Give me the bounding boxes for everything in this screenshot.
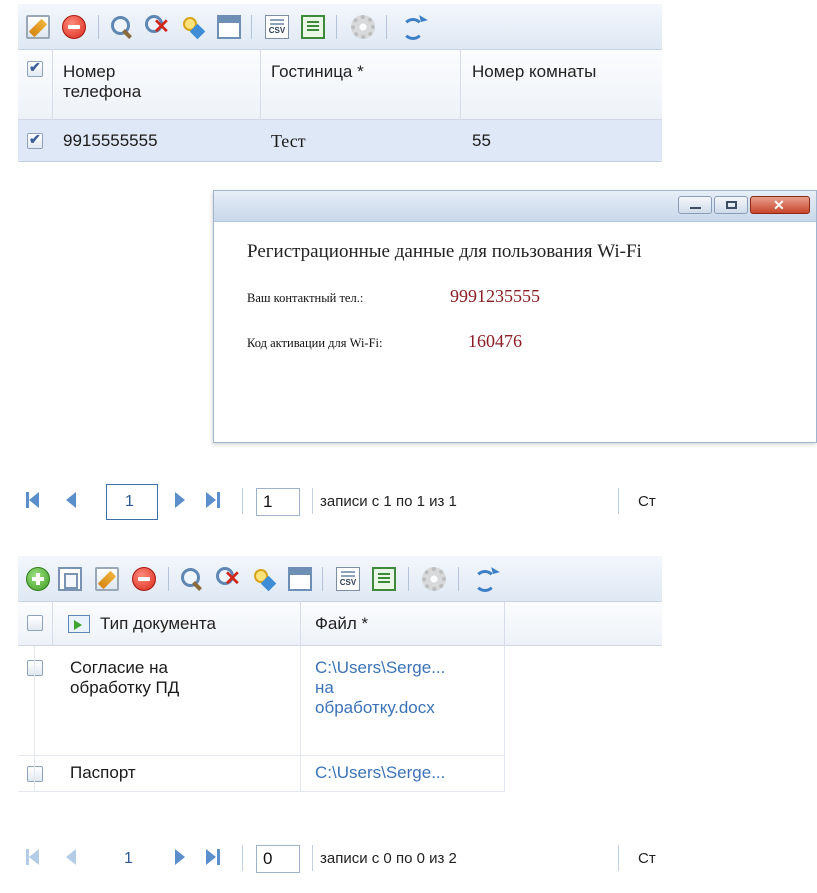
current-page-box[interactable]: 1 — [106, 484, 158, 520]
grid1-pager: 1 1 записи с 1 по 1 из 1 Ст — [18, 478, 662, 526]
window-icon[interactable] — [288, 567, 312, 591]
column-header-room[interactable]: Номер комнаты — [472, 62, 596, 82]
grid2-pager: 1 0 записи с 0 по 0 из 2 Ст — [18, 835, 662, 883]
records-info: записи с 0 по 0 из 2 — [320, 850, 457, 867]
cell-phone: 9915555555 — [63, 131, 158, 150]
minimize-icon — [690, 207, 701, 209]
prev-page-icon[interactable] — [60, 847, 80, 867]
minimize-button[interactable] — [678, 196, 712, 214]
column-header-hotel[interactable]: Гостиница * — [271, 62, 364, 82]
table-row[interactable]: 9915555555 Тест 55 — [18, 120, 662, 162]
cell-file-link[interactable]: C:\Users\Serge... — [315, 763, 445, 783]
column-header-document-type[interactable]: Тип документа — [100, 614, 216, 634]
document-type-icon — [68, 615, 90, 633]
column-header-phone[interactable]: Номер телефона — [63, 62, 141, 102]
maximize-icon — [726, 201, 737, 209]
column-divider — [504, 646, 505, 792]
toolbar-separator — [386, 15, 387, 39]
close-button[interactable]: ✕ — [750, 196, 810, 214]
select-all-checkbox[interactable] — [27, 615, 43, 631]
column-header-file[interactable]: Файл * — [315, 614, 368, 634]
wifi-registration-dialog: ✕ Регистрационные данные для пользования… — [213, 190, 817, 443]
grid1-header: Номер телефона Гостиница * Номер комнаты — [18, 50, 662, 120]
pager-extra-text: Ст — [638, 850, 656, 867]
toolbar-separator — [251, 15, 252, 39]
edit-icon[interactable] — [26, 15, 50, 39]
activation-code-label: Код активации для Wi-Fi: — [247, 336, 383, 350]
export-csv-icon[interactable]: CSV — [265, 15, 289, 39]
page-input[interactable]: 1 — [256, 488, 300, 516]
filter-icon[interactable] — [252, 567, 276, 591]
pager-extra-text: Ст — [638, 493, 656, 510]
settings-icon[interactable] — [422, 567, 446, 591]
column-divider — [300, 646, 301, 792]
export-excel-icon[interactable] — [301, 15, 325, 39]
search-icon[interactable] — [110, 15, 134, 39]
cell-hotel: Тест — [271, 131, 306, 151]
current-page-number: 1 — [124, 850, 133, 867]
toolbar-separator — [336, 15, 337, 39]
records-info: записи с 1 по 1 из 1 — [320, 493, 457, 510]
search-icon[interactable] — [180, 567, 204, 591]
row-checkbox[interactable] — [27, 766, 43, 782]
grid1-toolbar: CSV — [18, 4, 662, 50]
table-row[interactable]: Паспорт C:\Users\Serge... — [18, 756, 662, 792]
select-all-checkbox[interactable] — [27, 59, 43, 77]
clear-search-icon[interactable] — [145, 15, 170, 39]
phone-label: Ваш контактный тел.: — [247, 291, 364, 305]
page-input[interactable]: 0 — [256, 845, 300, 873]
maximize-button[interactable] — [714, 196, 748, 214]
dialog-titlebar: ✕ — [214, 191, 816, 222]
first-page-icon[interactable] — [24, 847, 44, 867]
row-checkbox[interactable] — [27, 131, 43, 149]
next-page-icon[interactable] — [170, 847, 190, 867]
toolbar-separator — [98, 15, 99, 39]
filter-icon[interactable] — [181, 15, 205, 39]
refresh-icon[interactable] — [472, 567, 496, 592]
settings-icon[interactable] — [351, 15, 375, 39]
cell-document-type: Согласие на обработку ПД — [70, 658, 180, 697]
row-checkbox[interactable] — [27, 660, 43, 676]
copy-icon[interactable] — [58, 567, 82, 591]
cell-room: 55 — [472, 131, 491, 150]
delete-icon[interactable] — [132, 567, 156, 591]
phone-value: 9991235555 — [450, 286, 540, 306]
export-excel-icon[interactable] — [372, 567, 396, 591]
activation-code-value: 160476 — [468, 331, 522, 351]
refresh-icon[interactable] — [400, 15, 424, 40]
grid2-toolbar: CSV — [18, 556, 662, 602]
last-page-icon[interactable] — [204, 847, 224, 867]
current-page-number: 1 — [125, 493, 134, 510]
prev-page-icon[interactable] — [60, 490, 80, 510]
next-page-icon[interactable] — [170, 490, 190, 510]
edit-icon[interactable] — [95, 567, 119, 591]
export-csv-icon[interactable]: CSV — [336, 567, 360, 591]
first-page-icon[interactable] — [24, 490, 44, 510]
delete-icon[interactable] — [62, 15, 86, 39]
clear-search-icon[interactable] — [216, 567, 241, 591]
dialog-heading: Регистрационные данные для пользования W… — [247, 241, 642, 262]
column-divider — [34, 646, 35, 792]
last-page-icon[interactable] — [204, 490, 224, 510]
table-row[interactable]: Согласие на обработку ПД C:\Users\Serge.… — [18, 646, 662, 756]
cell-document-type: Паспорт — [70, 763, 136, 782]
add-icon[interactable] — [26, 567, 50, 591]
close-icon: ✕ — [773, 197, 785, 213]
grid2-header: Тип документа Файл * — [18, 602, 662, 646]
window-icon[interactable] — [217, 15, 241, 39]
cell-file-link[interactable]: C:\Users\Serge... на обработку.docx — [315, 658, 445, 718]
